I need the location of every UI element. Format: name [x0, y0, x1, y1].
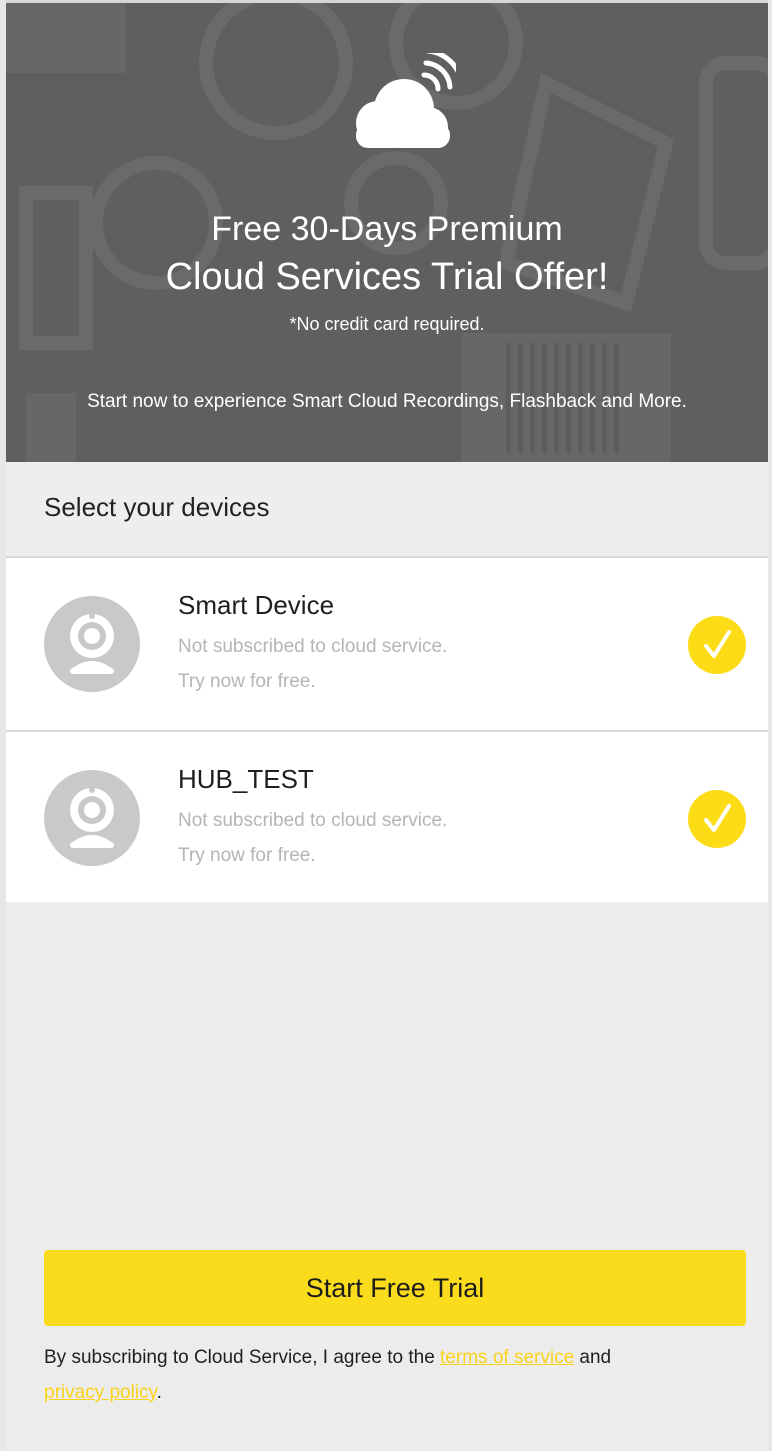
- device-name: Smart Device: [178, 590, 335, 620]
- device-item-hub-test[interactable]: HUB_TEST Not subscribed to cloud service…: [6, 730, 768, 902]
- device-item-smart-device[interactable]: Smart Device Not subscribed to cloud ser…: [6, 558, 768, 730]
- page: Free 30-Days Premium Cloud Services Tria…: [0, 0, 772, 1451]
- hero-banner: Free 30-Days Premium Cloud Services Tria…: [6, 0, 768, 462]
- cloud-wifi-icon: [356, 53, 456, 148]
- hero-description: Start now to experience Smart Cloud Reco…: [87, 391, 687, 412]
- hero-note: *No credit card required.: [289, 314, 485, 334]
- terms-text: By subscribing to Cloud Service, I agree…: [44, 1340, 744, 1410]
- device-hint: Try now for free.: [178, 845, 316, 866]
- device-status: Not subscribed to cloud service.: [178, 636, 448, 657]
- terms-middle: and: [574, 1347, 612, 1368]
- webcam-icon: [44, 596, 140, 692]
- hero-title-line2: Cloud Services Trial Offer!: [165, 256, 609, 298]
- section-title: Select your devices: [44, 492, 270, 522]
- hero-title-line1: Free 30-Days Premium: [211, 210, 563, 248]
- check-circle-icon[interactable]: [688, 790, 746, 848]
- device-list: Smart Device Not subscribed to cloud ser…: [6, 558, 768, 902]
- start-free-trial-button[interactable]: Start Free Trial: [44, 1250, 746, 1326]
- check-circle-icon[interactable]: [688, 616, 746, 674]
- terms-prefix: By subscribing to Cloud Service, I agree…: [44, 1347, 441, 1368]
- webcam-icon: [44, 770, 140, 866]
- terms-suffix: .: [156, 1382, 162, 1403]
- section-header: Select your devices: [6, 462, 768, 558]
- privacy-policy-link[interactable]: privacy policy: [44, 1382, 157, 1403]
- terms-of-service-link[interactable]: terms of service: [440, 1347, 574, 1368]
- device-status: Not subscribed to cloud service.: [178, 810, 448, 831]
- device-hint: Try now for free.: [178, 671, 316, 692]
- device-name: HUB_TEST: [178, 764, 314, 794]
